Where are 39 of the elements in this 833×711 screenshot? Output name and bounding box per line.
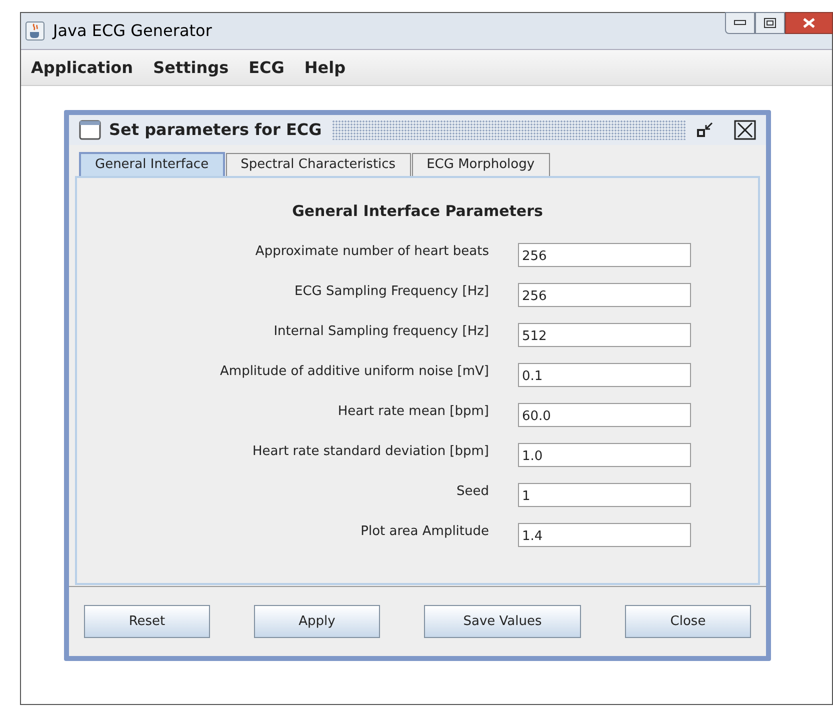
input-field[interactable]: 1.4 [518, 522, 691, 546]
close-icon [803, 18, 815, 28]
field-label: Internal Sampling frequency [Hz] [272, 322, 489, 341]
field-label: Heart rate mean [bpm] [336, 402, 489, 421]
menu-item[interactable]: Application [31, 56, 134, 80]
dialog-title: Set parameters for ECG [109, 119, 322, 141]
close-button[interactable] [785, 12, 833, 34]
field-label: ECG Sampling Frequency [Hz] [293, 282, 489, 301]
window-icon [79, 120, 101, 140]
input-field[interactable]: 1.0 [518, 442, 691, 466]
maximize-button[interactable] [755, 12, 785, 34]
minimize-button[interactable] [725, 12, 755, 34]
input-field[interactable]: 256 [518, 282, 691, 306]
field-label: Approximate number of heart beats [254, 242, 489, 261]
coffee-cup-icon [25, 21, 45, 41]
maximize-icon [764, 18, 776, 28]
input-field[interactable]: 0.1 [518, 362, 691, 386]
tab[interactable]: Spectral Characteristics [226, 153, 411, 176]
input-field[interactable]: 60.0 [518, 402, 691, 426]
menu-item[interactable]: Help [304, 56, 346, 80]
window-title: Java ECG Generator [53, 20, 212, 42]
field-label: Heart rate standard deviation [bpm] [251, 442, 489, 461]
dialog-button[interactable]: Reset [84, 605, 210, 638]
dialog-button[interactable]: Close [625, 605, 751, 638]
dialog-button[interactable]: Save Values [424, 605, 581, 638]
input-field[interactable]: 1 [518, 482, 691, 506]
minimize-icon [734, 20, 746, 26]
menu-item[interactable]: ECG [248, 56, 284, 80]
dialog-button[interactable]: Apply [254, 605, 380, 638]
field-label: Plot area Amplitude [360, 522, 489, 541]
field-label: Amplitude of additive uniform noise [mV] [219, 362, 489, 381]
field-label: Seed [456, 482, 489, 501]
tab[interactable]: General Interface [79, 152, 225, 176]
input-field[interactable]: 512 [518, 322, 691, 346]
panel-heading: General Interface Parameters [292, 201, 543, 222]
close-icon[interactable] [734, 120, 756, 140]
tab[interactable]: ECG Morphology [412, 153, 550, 176]
menu-item[interactable]: Settings [153, 56, 229, 80]
input-field[interactable]: 256 [518, 242, 691, 266]
